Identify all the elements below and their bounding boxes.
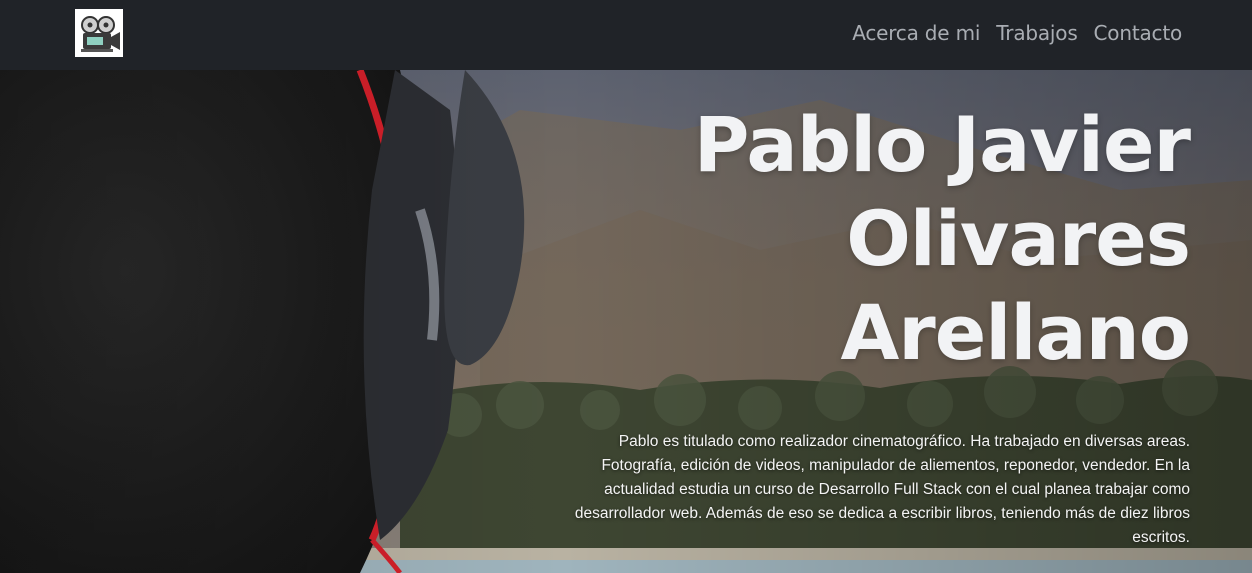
nav-link-trabajos[interactable]: Trabajos	[996, 21, 1078, 45]
hero-title: Pablo Javier Olivares Arellano	[390, 98, 1191, 380]
logo-link[interactable]	[75, 9, 123, 57]
hero-section: Pablo Javier Olivares Arellano Pablo es …	[0, 70, 1252, 573]
hero-title-line-3: Arellano	[840, 288, 1191, 377]
nav-link-acerca[interactable]: Acerca de mi	[852, 21, 980, 45]
navbar: Acerca de mi Trabajos Contacto	[0, 0, 1252, 70]
nav-link-contacto[interactable]: Contacto	[1094, 21, 1183, 45]
hero-title-line-1: Pablo Javier	[693, 100, 1191, 189]
film-camera-icon	[75, 9, 123, 57]
hero-title-line-2: Olivares	[846, 194, 1191, 283]
nav-menu: Acerca de mi Trabajos Contacto	[852, 0, 1182, 66]
hero-bio: Pablo es titulado como realizador cinema…	[574, 433, 1190, 546]
